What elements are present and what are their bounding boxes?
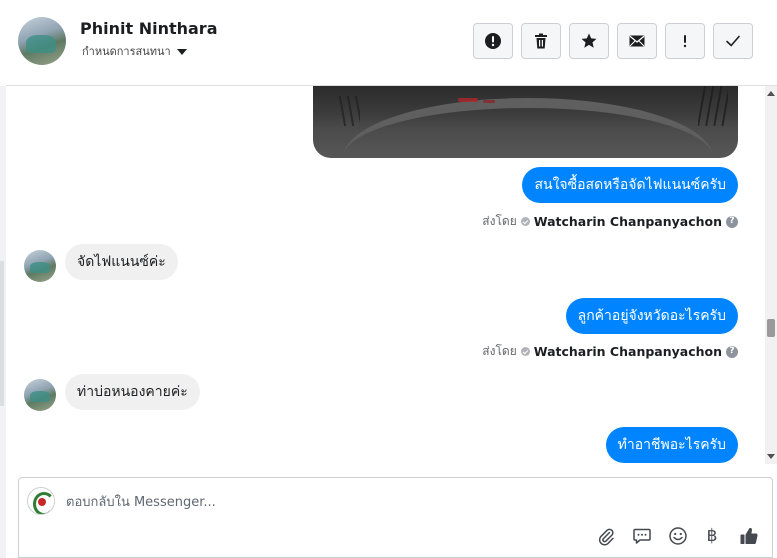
emoji-button[interactable]	[667, 525, 689, 547]
incoming-message[interactable]: จัดไฟแนนซ์ค่ะ	[65, 244, 178, 280]
page-logo	[27, 487, 55, 515]
agent-name[interactable]: Watcharin Chanpanyachon	[534, 344, 722, 359]
outgoing-message[interactable]: ลูกค้าอยู่จังหวัดอะไรครับ	[565, 298, 738, 334]
assign-label: กำหนดการสนทนา	[82, 45, 171, 58]
scrollbar-thumb[interactable]	[767, 319, 775, 337]
envelope-icon	[629, 35, 645, 47]
image-detail	[338, 96, 360, 126]
delete-button[interactable]	[521, 23, 561, 59]
speech-bubble-icon	[633, 528, 651, 544]
help-icon[interactable]: ?	[726, 345, 738, 358]
outgoing-message[interactable]: ทำอาชีพอะไรครับ	[605, 427, 738, 463]
sent-by-label: ส่งโดย	[482, 214, 517, 228]
spam-button[interactable]	[473, 23, 513, 59]
outgoing-message[interactable]: สนใจซื้อสดหรือจัดไฟแนนซ์ครับ	[522, 167, 738, 203]
reply-composer: ฿	[18, 477, 773, 558]
like-button[interactable]	[738, 525, 760, 547]
sent-by-info: ส่งโดย Watcharin Chanpanyachon ?	[482, 212, 738, 231]
contact-avatar-small[interactable]	[24, 379, 56, 411]
attach-button[interactable]	[595, 525, 617, 547]
reply-input[interactable]	[66, 492, 756, 512]
conversation-header: Phinit Ninthara กำหนดการสนทนา	[6, 0, 777, 86]
contact-avatar[interactable]	[18, 17, 66, 65]
sent-by-label: ส่งโดย	[482, 344, 517, 358]
payment-button[interactable]: ฿	[701, 525, 723, 547]
image-detail	[458, 98, 478, 102]
contact-name[interactable]: Phinit Ninthara	[80, 19, 217, 38]
image-content	[343, 98, 713, 158]
thumbs-up-icon	[740, 527, 758, 545]
done-button[interactable]	[713, 23, 753, 59]
image-detail	[698, 86, 728, 126]
exclamation-icon	[683, 35, 687, 48]
check-circle-icon	[520, 347, 530, 356]
conversation-scrollbar[interactable]	[765, 86, 777, 464]
messenger-conversation-view: Phinit Ninthara กำหนดการสนทนา สนใจซื้อสด…	[0, 0, 777, 558]
help-icon[interactable]: ?	[726, 215, 738, 228]
scroll-up-arrow-icon[interactable]	[767, 91, 775, 96]
mark-unread-button[interactable]	[617, 23, 657, 59]
assign-conversation-dropdown[interactable]: กำหนดการสนทนา	[82, 42, 187, 60]
left-panel-edge	[0, 86, 6, 558]
saved-replies-button[interactable]	[631, 525, 653, 547]
scroll-down-arrow-icon[interactable]	[767, 454, 775, 459]
agent-name[interactable]: Watcharin Chanpanyachon	[534, 214, 722, 229]
baht-icon: ฿	[706, 526, 718, 546]
contact-avatar-small[interactable]	[24, 250, 56, 282]
star-icon	[581, 33, 597, 48]
caret-down-icon	[176, 48, 187, 55]
star-button[interactable]	[569, 23, 609, 59]
incoming-message[interactable]: ท่าบ่อหนองคายค่ะ	[65, 374, 200, 410]
emoji-icon	[669, 527, 687, 545]
follow-up-button[interactable]	[665, 23, 705, 59]
check-circle-icon	[520, 217, 530, 226]
image-detail	[483, 100, 495, 103]
checkmark-icon	[726, 35, 740, 47]
message-image[interactable]	[313, 86, 738, 158]
left-panel-scroll-mark	[0, 261, 4, 406]
sent-by-info: ส่งโดย Watcharin Chanpanyachon ?	[482, 342, 738, 361]
trash-icon	[535, 33, 547, 49]
paperclip-icon	[598, 528, 614, 546]
alert-circle-icon	[485, 33, 501, 49]
